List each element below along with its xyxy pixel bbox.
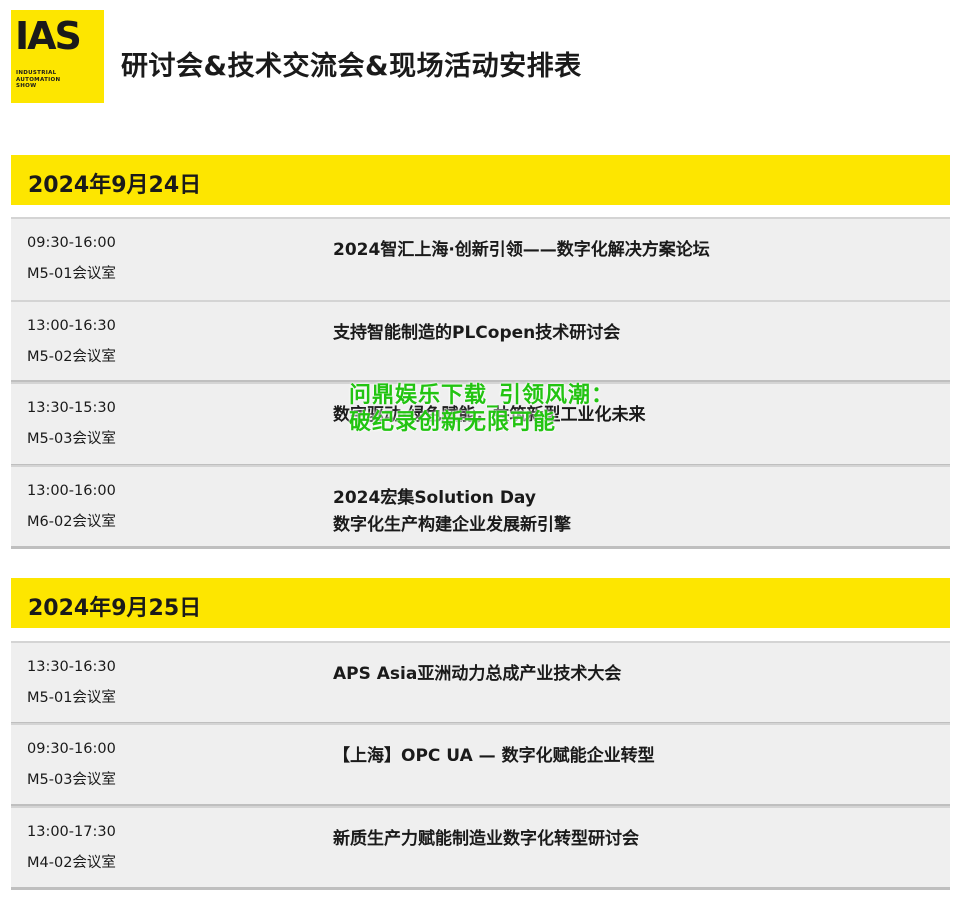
session-room: M6-02会议室 — [27, 514, 116, 530]
session-time: 13:00-17:30 — [27, 824, 116, 840]
session-row: 13:00-17:30 M4-02会议室 新质生产力赋能制造业数字化转型研讨会 — [11, 806, 950, 890]
session-time: 13:30-15:30 — [27, 400, 116, 416]
session-title: 2024宏集Solution Day — [333, 488, 536, 508]
session-title: 支持智能制造的PLCopen技术研讨会 — [333, 323, 621, 343]
session-room: M4-02会议室 — [27, 855, 116, 871]
session-time: 09:30-16:00 — [27, 741, 116, 757]
session-room: M5-03会议室 — [27, 431, 116, 447]
session-time: 13:00-16:30 — [27, 318, 116, 334]
session-time: 13:30-16:30 — [27, 659, 116, 675]
logo-subtext: INDUSTRIAL AUTOMATION SHOW — [16, 70, 96, 90]
session-room: M5-01会议室 — [27, 266, 116, 282]
session-title: 【上海】OPC UA — 数字化赋能企业转型 — [333, 746, 655, 766]
overlay-headline: 问鼎娱乐下载_引领风潮：破纪录创新无限可能 — [349, 383, 615, 435]
date-header-day-1: 2024年9月24日 — [11, 155, 950, 205]
session-row: 09:30-16:00 M5-03会议室 【上海】OPC UA — 数字化赋能企… — [11, 723, 950, 807]
session-title: 2024智汇上海·创新引领——数字化解决方案论坛 — [333, 240, 710, 260]
ias-logo: IAS INDUSTRIAL AUTOMATION SHOW — [11, 10, 104, 103]
session-row: 09:30-16:00 M5-01会议室 2024智汇上海·创新引领——数字化解… — [11, 217, 950, 304]
date-label: 2024年9月24日 — [28, 173, 202, 198]
date-label: 2024年9月25日 — [28, 596, 202, 621]
session-room: M5-02会议室 — [27, 349, 116, 365]
session-room: M5-03会议室 — [27, 772, 116, 788]
page-title: 研讨会&技术交流会&现场活动安排表 — [121, 51, 582, 82]
session-time: 13:00-16:00 — [27, 483, 116, 499]
date-header-day-2: 2024年9月25日 — [11, 578, 950, 628]
session-subtitle: 数字化生产构建企业发展新引擎 — [333, 515, 571, 535]
session-row: 13:00-16:00 M6-02会议室 2024宏集Solution Day … — [11, 465, 950, 549]
session-room: M5-01会议室 — [27, 690, 116, 706]
logo-line: SHOW — [16, 83, 37, 89]
session-time: 09:30-16:00 — [27, 235, 116, 251]
session-title: APS Asia亚洲动力总成产业技术大会 — [333, 664, 622, 684]
session-row: 13:00-16:30 M5-02会议室 支持智能制造的PLCopen技术研讨会 — [11, 300, 950, 383]
session-title: 新质生产力赋能制造业数字化转型研讨会 — [333, 829, 639, 849]
session-row: 13:30-16:30 M5-01会议室 APS Asia亚洲动力总成产业技术大… — [11, 641, 950, 725]
logo-mark: IAS — [15, 14, 82, 58]
page-header: IAS INDUSTRIAL AUTOMATION SHOW 研讨会&技术交流会… — [0, 0, 963, 120]
